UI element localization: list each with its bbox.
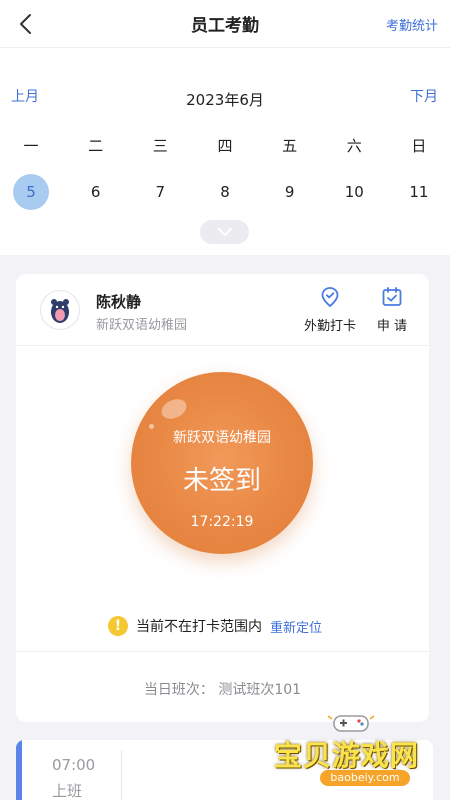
back-arrow-icon[interactable] xyxy=(14,12,38,36)
weekday-header-row: 一 二 三 四 五 六 日 xyxy=(0,130,450,160)
attendance-stats-link[interactable]: 考勤统计 xyxy=(386,15,438,34)
nav-bar: 员工考勤 考勤统计 xyxy=(0,0,450,48)
weekday-label: 三 xyxy=(152,136,168,155)
user-organization: 新跃双语幼稚园 xyxy=(96,318,188,333)
date-cell[interactable]: 9 xyxy=(272,174,308,210)
watermark-url: baobeiy.com xyxy=(320,770,410,786)
weekday-label: 日 xyxy=(411,136,427,155)
weekday-label: 二 xyxy=(88,136,104,155)
current-month-label: 2023年6月 xyxy=(186,90,264,109)
divider xyxy=(16,651,429,652)
prev-month-button[interactable]: 上月 xyxy=(11,86,39,106)
weekday-label: 四 xyxy=(217,136,233,155)
relocate-link[interactable]: 重新定位 xyxy=(270,617,322,636)
location-warning: ! 当前不在打卡范围内 重新定位 xyxy=(108,616,322,636)
date-row: 5 6 7 8 9 10 11 xyxy=(0,173,450,211)
watermark: 宝贝游戏网 baobeiy.com xyxy=(268,708,448,798)
clock-time-label: 17:22:19 xyxy=(190,514,254,530)
weekday-label: 六 xyxy=(346,136,362,155)
avatar xyxy=(40,290,80,330)
date-cell[interactable]: 8 xyxy=(207,174,243,210)
highlight-decoration xyxy=(158,395,190,423)
warning-icon: ! xyxy=(108,616,128,636)
date-cell[interactable]: 7 xyxy=(142,174,178,210)
clock-org-label: 新跃双语幼稚园 xyxy=(173,430,271,446)
weekday-label: 一 xyxy=(23,136,39,155)
location-warning-text: 当前不在打卡范围内 xyxy=(136,619,262,635)
user-name: 陈秋静 xyxy=(96,293,142,311)
shift-info: 当日班次： 测试班次101 xyxy=(143,682,302,698)
schedule-accent-bar xyxy=(16,740,22,800)
location-check-icon xyxy=(321,287,339,308)
field-clock-button[interactable]: 外勤打卡 xyxy=(300,286,360,334)
watermark-title: 宝贝游戏网 xyxy=(274,739,420,772)
page-title: 员工考勤 xyxy=(191,16,259,36)
calendar-check-icon xyxy=(382,287,402,306)
field-clock-label: 外勤打卡 xyxy=(303,319,356,334)
gamepad-icon xyxy=(327,715,375,732)
apply-label: 申 请 xyxy=(376,319,408,334)
apply-button[interactable]: 申 请 xyxy=(372,286,412,334)
clock-in-button[interactable]: 新跃双语幼稚园 未签到 17:22:19 xyxy=(131,372,313,554)
weekday-label: 五 xyxy=(282,136,298,155)
clock-status-label: 未签到 xyxy=(182,466,261,496)
date-cell-selected[interactable]: 5 xyxy=(13,174,49,210)
date-cell[interactable]: 6 xyxy=(78,174,114,210)
expand-calendar-button[interactable] xyxy=(200,220,249,244)
bear-avatar-icon xyxy=(51,299,69,323)
schedule-label: 上班 xyxy=(52,782,83,800)
next-month-button[interactable]: 下月 xyxy=(410,86,438,106)
chevron-down-icon xyxy=(217,228,232,236)
schedule-time: 07:00 xyxy=(52,756,96,774)
attendance-card: 陈秋静 新跃双语幼稚园 外勤打卡 申 请 新跃双语幼稚园 未签到 17:22:1… xyxy=(16,274,429,722)
date-cell[interactable]: 11 xyxy=(401,174,437,210)
user-info-row: 陈秋静 新跃双语幼稚园 外勤打卡 申 请 xyxy=(16,274,429,346)
schedule-divider xyxy=(121,750,122,800)
calendar-header-section: 员工考勤 考勤统计 上月 2023年6月 下月 一 二 三 四 五 六 日 5 … xyxy=(0,0,450,255)
month-switcher: 上月 2023年6月 下月 xyxy=(0,74,450,124)
date-cell[interactable]: 10 xyxy=(336,174,372,210)
